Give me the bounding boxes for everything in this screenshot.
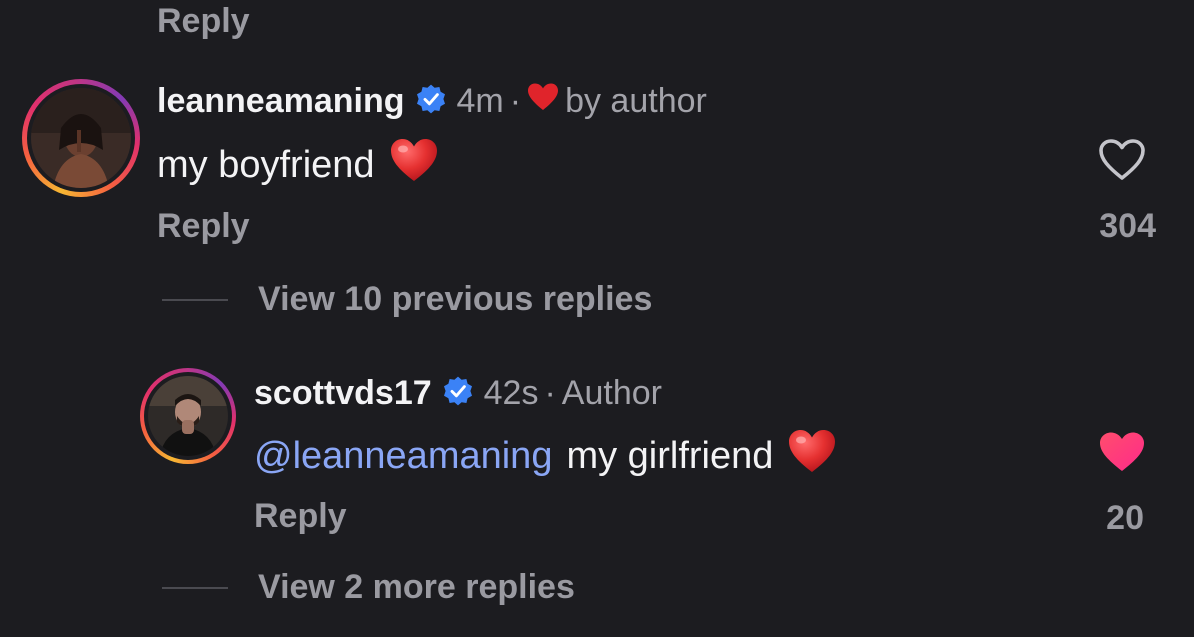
author-label: Author [561,374,662,412]
reply-button[interactable]: Reply [254,497,347,536]
mention-link[interactable]: @leanneamaning [254,435,552,478]
view-more-label: View 2 more replies [258,568,575,606]
separator-dot: · [544,374,556,412]
like-count: 20 [1106,499,1144,537]
liked-by-author-label: by author [565,82,707,120]
avatar[interactable] [22,79,140,197]
view-previous-replies[interactable]: View 10 previous replies [162,280,652,319]
reply-button[interactable]: Reply [157,207,250,246]
comment-body: my girlfriend [566,434,774,477]
comment-text: my boyfriend [157,137,439,193]
comment-username[interactable]: scottvds17 [254,374,432,413]
avatar-photo [148,376,228,456]
reply-button[interactable]: Reply [157,2,250,41]
comment-username[interactable]: leanneamaning [157,82,405,121]
view-more-replies[interactable]: View 2 more replies [162,568,575,607]
like-button[interactable] [1098,138,1146,187]
like-count: 304 [1099,207,1156,245]
avatar-photo [31,88,131,188]
separator-dot: · [509,82,522,120]
comment-time: 4m [456,82,504,120]
like-button[interactable] [1098,430,1146,479]
verified-badge-icon [442,375,474,412]
heart-filled-icon [1098,432,1146,478]
heart-emoji [527,82,559,121]
comment-time: 42s [483,374,539,412]
heart-emoji [787,428,837,484]
comment-text: @leanneamaning my girlfriend [254,428,837,484]
avatar[interactable] [140,368,236,464]
divider [162,298,228,301]
divider [162,586,228,589]
heart-outline-icon [1098,139,1146,186]
heart-emoji [389,137,439,193]
view-previous-label: View 10 previous replies [258,280,653,318]
verified-badge-icon [415,83,447,120]
comment-body: my boyfriend [157,143,375,186]
